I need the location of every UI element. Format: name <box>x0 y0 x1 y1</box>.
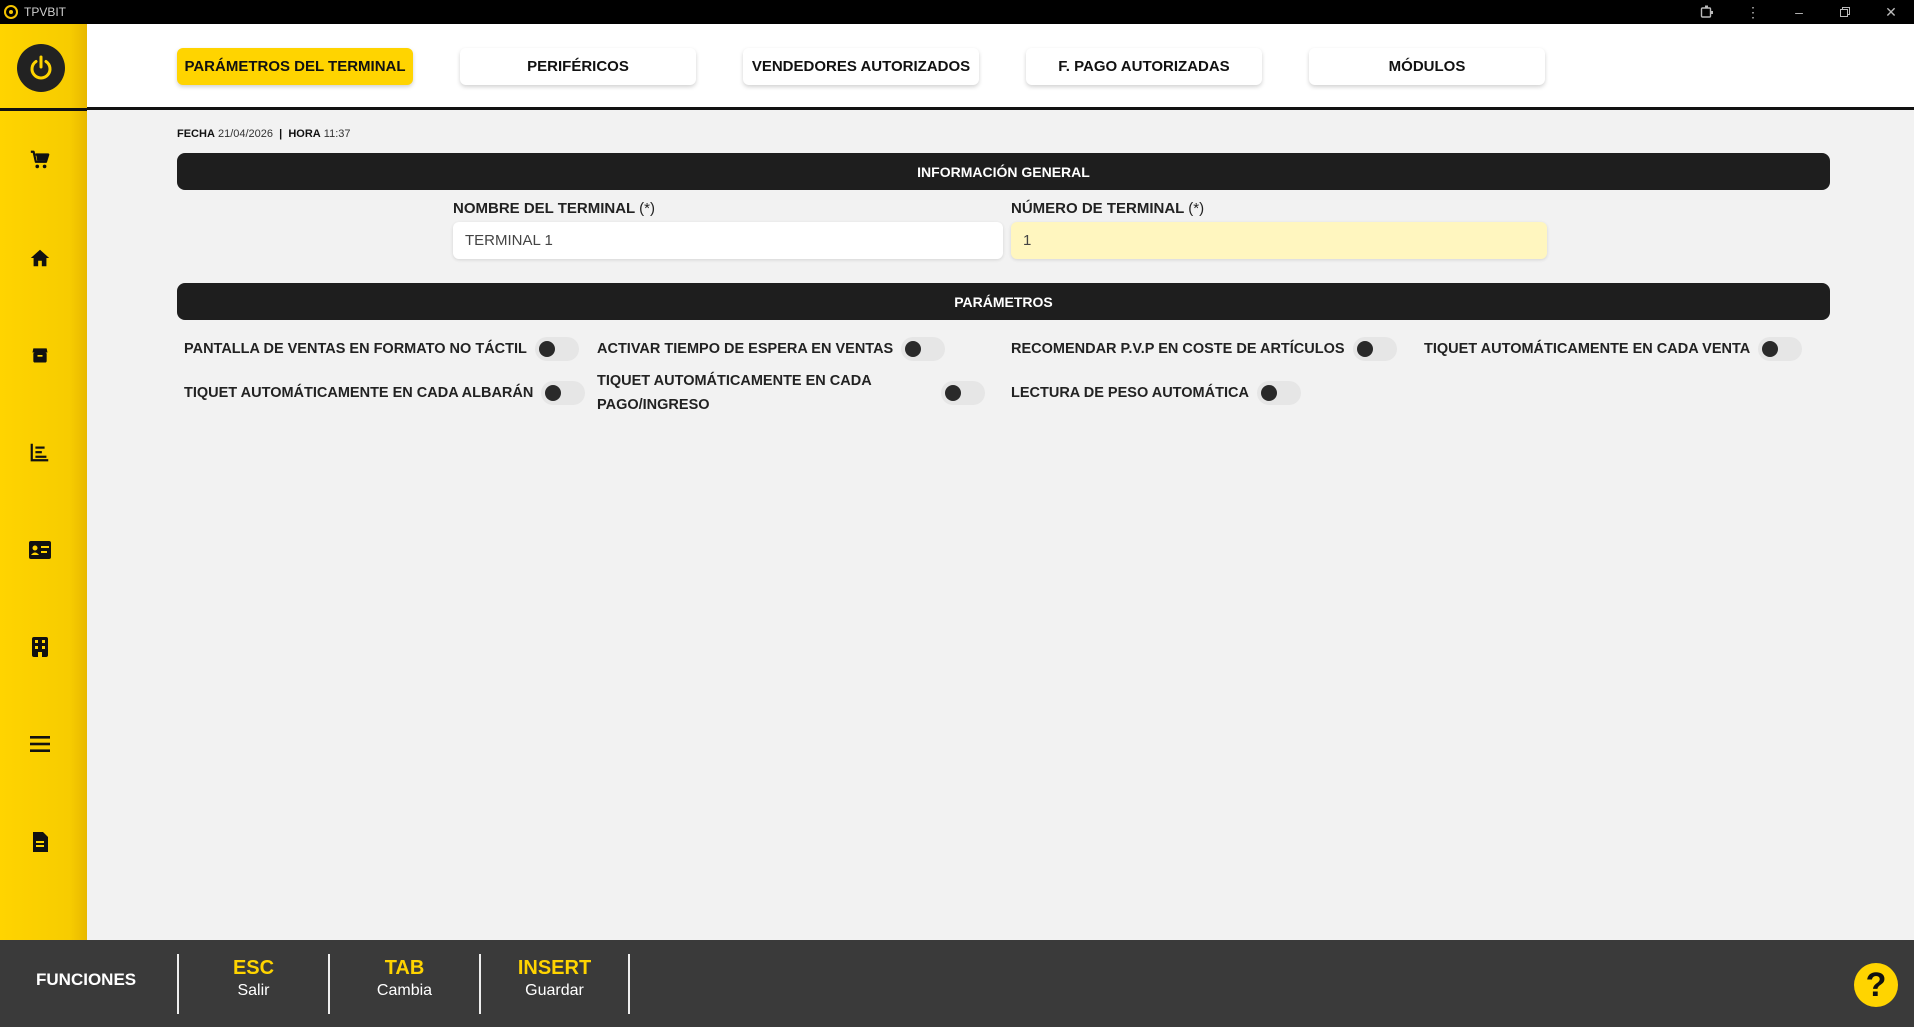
key-label: ESC <box>232 957 275 979</box>
toggle-ticket-each-payment[interactable] <box>941 381 985 405</box>
restore-button[interactable] <box>1822 0 1868 24</box>
param-label: ACTIVAR TIEMPO DE ESPERA EN VENTAS <box>597 341 894 357</box>
section-parameters: PARÁMETROS <box>177 283 1830 320</box>
chart-icon[interactable] <box>26 438 54 466</box>
key-description: Salir <box>237 982 270 999</box>
functions-title: FUNCIONES <box>36 970 137 989</box>
datetime-row: FECHA 21/04/2026 | HORA 11:37 <box>177 128 351 140</box>
insert-key-button[interactable]: INSERT Guardar <box>479 954 630 1014</box>
terminal-name-input[interactable] <box>453 222 1003 259</box>
key-description: Cambia <box>376 982 433 999</box>
terminal-number-input[interactable] <box>1011 222 1547 259</box>
param-recommend-pvp: RECOMENDAR P.V.P EN COSTE DE ARTÍCULOS <box>1011 337 1397 361</box>
box-icon[interactable] <box>26 341 54 369</box>
id-card-icon[interactable] <box>26 536 54 564</box>
param-label: LECTURA DE PESO AUTOMÁTICA <box>1011 385 1249 401</box>
building-icon[interactable] <box>26 633 54 661</box>
time-label: HORA <box>288 128 321 140</box>
tab-formas-pago[interactable]: F. PAGO AUTORIZADAS <box>1026 48 1262 85</box>
datetime-separator: | <box>279 128 283 140</box>
window-title: TPVBIT <box>24 5 67 19</box>
cart-icon[interactable] <box>26 146 54 174</box>
key-label: INSERT <box>517 957 592 979</box>
window-controls: ⋮ – ✕ <box>1684 0 1914 24</box>
param-ticket-each-payment: TIQUET AUTOMÁTICAMENTE EN CADA PAGO/INGR… <box>597 369 985 417</box>
toggle-non-touch-sales[interactable] <box>534 337 579 361</box>
tab-vendedores-autorizados[interactable]: VENDEDORES AUTORIZADOS <box>743 48 979 85</box>
close-button[interactable]: ✕ <box>1868 0 1914 24</box>
power-button[interactable] <box>17 44 65 92</box>
date-label: FECHA <box>177 128 215 140</box>
power-icon <box>30 55 52 80</box>
menu-icon[interactable] <box>26 730 54 758</box>
document-icon[interactable] <box>26 828 54 856</box>
param-ticket-each-albaran: TIQUET AUTOMÁTICAMENTE EN CADA ALBARÁN <box>184 381 586 405</box>
key-description: Guardar <box>525 982 584 999</box>
tab-parametros-terminal[interactable]: PARÁMETROS DEL TERMINAL <box>177 48 413 85</box>
param-auto-weight: LECTURA DE PESO AUTOMÁTICA <box>1011 381 1301 405</box>
tab-key-button[interactable]: TAB Cambia <box>328 954 479 1014</box>
param-label: TIQUET AUTOMÁTICAMENTE EN CADA ALBARÁN <box>184 385 534 401</box>
tab-modulos[interactable]: MÓDULOS <box>1309 48 1545 85</box>
extensions-icon[interactable] <box>1684 0 1730 24</box>
date-value: 21/04/2026 <box>217 128 274 140</box>
toggle-recommend-pvp[interactable] <box>1352 337 1397 361</box>
toggle-sales-wait-time[interactable] <box>901 337 946 361</box>
time-value: 11:37 <box>323 128 351 140</box>
app-logo-icon <box>4 5 18 19</box>
param-label: RECOMENDAR P.V.P EN COSTE DE ARTÍCULOS <box>1011 341 1345 357</box>
toggle-ticket-each-sale[interactable] <box>1758 337 1803 361</box>
param-ticket-each-sale: TIQUET AUTOMÁTICAMENTE EN CADA VENTA <box>1424 337 1803 361</box>
terminal-name-label: NOMBRE DEL TERMINAL (*) <box>453 200 655 217</box>
param-label: TIQUET AUTOMÁTICAMENTE EN CADA PAGO/INGR… <box>597 373 872 413</box>
minimize-button[interactable]: – <box>1776 0 1822 24</box>
param-non-touch-sales: PANTALLA DE VENTAS EN FORMATO NO TÁCTIL <box>184 337 579 361</box>
terminal-number-label: NÚMERO DE TERMINAL (*) <box>1011 200 1205 217</box>
sidebar <box>0 24 87 940</box>
param-label: TIQUET AUTOMÁTICAMENTE EN CADA VENTA <box>1424 341 1751 357</box>
tabs-bar: PARÁMETROS DEL TERMINAL PERIFÉRICOS VEND… <box>87 24 1914 110</box>
sidebar-divider <box>0 108 87 111</box>
section-general-info: INFORMACIÓN GENERAL <box>177 153 1830 190</box>
home-icon[interactable] <box>26 244 54 272</box>
toggle-ticket-each-albaran[interactable] <box>541 381 586 405</box>
param-label: PANTALLA DE VENTAS EN FORMATO NO TÁCTIL <box>184 341 527 357</box>
param-sales-wait-time: ACTIVAR TIEMPO DE ESPERA EN VENTAS <box>597 337 946 361</box>
toggle-auto-weight[interactable] <box>1256 381 1301 405</box>
help-button[interactable]: ? <box>1854 963 1898 1007</box>
tab-perifericos[interactable]: PERIFÉRICOS <box>460 48 696 85</box>
function-keys-bar: FUNCIONES ESC Salir TAB Cambia INSERT Gu… <box>0 940 1914 1027</box>
window-titlebar: TPVBIT ⋮ – ✕ <box>0 0 1914 24</box>
key-label: TAB <box>384 957 425 979</box>
esc-key-button[interactable]: ESC Salir <box>177 954 328 1014</box>
more-options-icon[interactable]: ⋮ <box>1730 0 1776 24</box>
